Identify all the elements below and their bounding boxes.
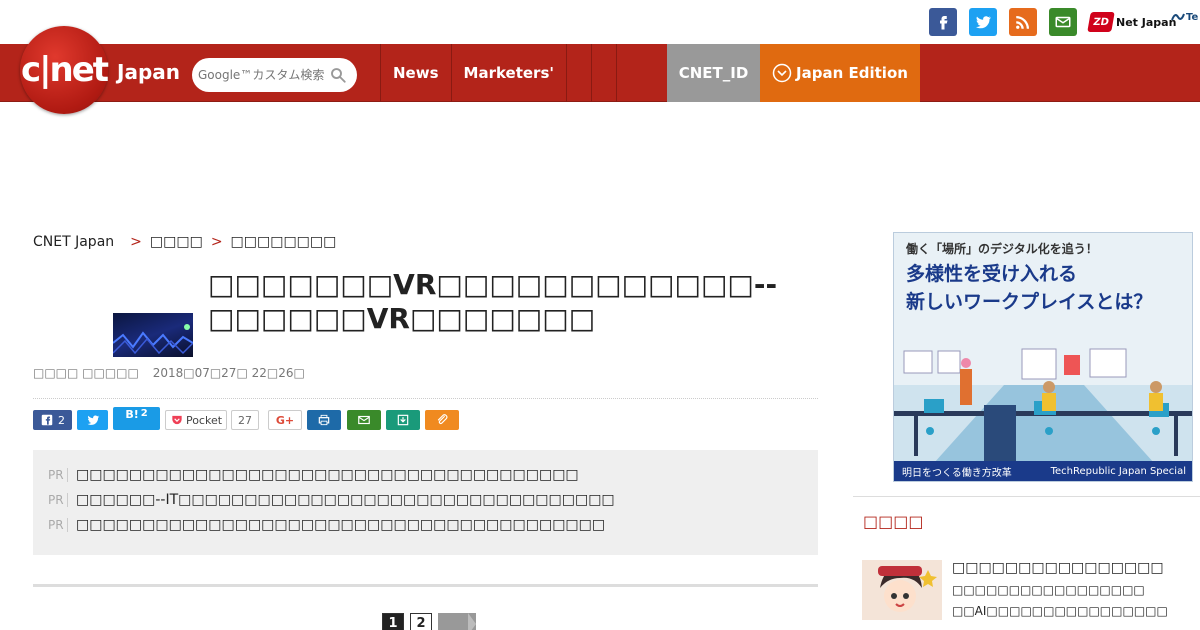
article-byline: □□□□ □□□□□ 2018□07□27□ 22□26□	[33, 366, 315, 380]
breadcrumb-home[interactable]: CNET Japan	[33, 234, 114, 250]
article-author: □□□□ □□□□□	[33, 366, 139, 380]
page-2-button[interactable]: 2	[410, 613, 432, 630]
breadcrumb-separator: >	[130, 234, 142, 250]
sidebar-item-subtitle: □□□□□□□□□□□□□□□□□	[952, 583, 1145, 597]
top-social-bar: ZD Net Japan Te	[0, 0, 1200, 44]
logo-text: c|net	[20, 50, 109, 90]
sidebar-item-thumbnail[interactable]	[862, 560, 942, 620]
breadcrumb-separator: >	[210, 234, 223, 250]
sidebar-ad-banner[interactable]: 働く「場所」のデジタル化を追う！ 多様性を受け入れる 新しいワークプレイスとは？…	[893, 232, 1193, 482]
pr-tag: PR	[48, 468, 68, 482]
illustrated-character-icon	[878, 566, 937, 612]
nav-item-blank-1[interactable]	[565, 44, 591, 102]
chevron-down-icon	[772, 63, 792, 83]
pocket-button[interactable]: Pocket	[165, 410, 227, 430]
logo-japan-label: Japan	[117, 60, 180, 84]
hatena-bookmark-button[interactable]: B! 2	[113, 407, 160, 430]
pr-item[interactable]: PR □□□□□□□□□□□□□□□□□□□□□□□□□□□□□□□□□□□□□…	[48, 517, 605, 533]
search-icon[interactable]	[329, 66, 347, 84]
search-input[interactable]	[198, 65, 328, 85]
rss-icon[interactable]	[1009, 8, 1037, 36]
paperclip-icon	[437, 414, 448, 425]
twitter-icon[interactable]	[969, 8, 997, 36]
search-box	[192, 58, 357, 92]
pr-tag: PR	[48, 493, 68, 507]
ad-office-illustration	[894, 348, 1192, 463]
facebook-icon[interactable]	[929, 8, 957, 36]
pr-item[interactable]: PR □□□□□□□□□□□□□□□□□□□□□□□□□□□□□□□□□□□□□…	[48, 467, 579, 483]
divider	[33, 584, 818, 587]
nav-marketers[interactable]: Marketers'	[450, 44, 566, 102]
pr-link[interactable]: □□□□□□--IT□□□□□□□□□□□□□□□□□□□□□□□□□□□□□□…	[76, 492, 615, 508]
facebook-share-count: 2	[58, 413, 65, 427]
zdnet-japan-link[interactable]: ZD Net Japan	[1087, 9, 1177, 35]
ad-line1: 働く「場所」のデジタル化を追う！	[906, 242, 1098, 256]
nav-items: News Marketers'	[380, 44, 641, 102]
hatena-label: B!	[125, 408, 139, 421]
breadcrumb-category[interactable]: □□□□	[150, 234, 203, 250]
pr-link[interactable]: □□□□□□□□□□□□□□□□□□□□□□□□□□□□□□□□□□□□□□□□	[76, 517, 605, 533]
article-title: □□□□□□□VR□□□□□□□□□□□□--□□□□□□VR□□□□□□□	[208, 268, 778, 335]
email-share-button[interactable]	[347, 410, 381, 430]
pr-link[interactable]: □□□□□□□□□□□□□□□□□□□□□□□□□□□□□□□□□□□□□□	[76, 467, 579, 483]
clip-button[interactable]	[425, 410, 459, 430]
page-1-button[interactable]: 1	[382, 613, 404, 630]
divider	[853, 496, 1200, 497]
google-plus-button[interactable]: G+	[268, 410, 302, 430]
pr-tag: PR	[48, 518, 68, 532]
print-button[interactable]	[307, 410, 341, 430]
mail-icon	[358, 415, 370, 425]
japan-edition-label: Japan Edition	[796, 64, 908, 82]
print-icon	[318, 414, 330, 426]
ad-footer-right: TechRepublic Japan Special	[1050, 465, 1186, 477]
techrepublic-icon	[1171, 13, 1185, 21]
breadcrumb-subcategory[interactable]: □□□□□□□□	[231, 234, 337, 250]
facebook-icon	[41, 414, 53, 426]
japan-edition-button[interactable]: Japan Edition	[760, 44, 920, 102]
sidebar-section-title: □□□□	[863, 512, 924, 531]
nav-item-blank-2[interactable]	[590, 44, 616, 102]
zdnet-label: Net Japan	[1116, 15, 1177, 29]
techrepublic-link[interactable]: Te	[1170, 10, 1198, 24]
cnet-id-button[interactable]: CNET_ID	[667, 44, 760, 102]
pr-box: PR □□□□□□□□□□□□□□□□□□□□□□□□□□□□□□□□□□□□□…	[33, 450, 818, 555]
nav-item-blank-3[interactable]	[615, 44, 641, 102]
next-page-button[interactable]	[438, 613, 476, 630]
article-date: 2018□07□27□ 22□26□	[152, 366, 305, 380]
divider	[33, 398, 818, 399]
techrep-label: Te	[1186, 11, 1199, 23]
ad-line3: 新しいワークプレイスとは？	[906, 291, 1153, 313]
save-button[interactable]	[386, 410, 420, 430]
facebook-share-button[interactable]: 2	[33, 410, 72, 430]
pocket-label: Pocket	[185, 413, 223, 427]
pagination: 1 2	[382, 613, 476, 630]
mail-icon[interactable]	[1049, 8, 1077, 36]
ad-line2: 多様性を受け入れる	[906, 263, 1078, 285]
sidebar-item-title[interactable]: □□□□□□□□□□□□□□□□	[952, 560, 1164, 576]
nav-news[interactable]: News	[380, 44, 451, 102]
ad-footer: 明日をつくる働き方改革 TechRepublic Japan Special	[894, 461, 1192, 481]
hatena-count: 2	[140, 408, 148, 419]
ad-footer-left: 明日をつくる働き方改革	[902, 467, 1012, 479]
pocket-icon	[172, 415, 182, 425]
breadcrumb: CNET Japan > □□□□ > □□□□□□□□	[33, 234, 336, 250]
download-icon	[397, 414, 409, 426]
cnet-logo[interactable]: c|net	[20, 26, 109, 114]
pr-item[interactable]: PR □□□□□□--IT□□□□□□□□□□□□□□□□□□□□□□□□□□□…	[48, 492, 615, 508]
twitter-icon	[87, 415, 99, 425]
sidebar-item-subtitle: □□AI□□□□□□□□□□□□□□□□	[952, 604, 1168, 618]
twitter-share-button[interactable]	[77, 410, 108, 430]
article-thumbnail	[113, 313, 193, 357]
zdnet-badge: ZD	[1087, 12, 1115, 32]
pocket-count: 27	[231, 410, 259, 430]
arrow-right-icon	[468, 613, 476, 630]
